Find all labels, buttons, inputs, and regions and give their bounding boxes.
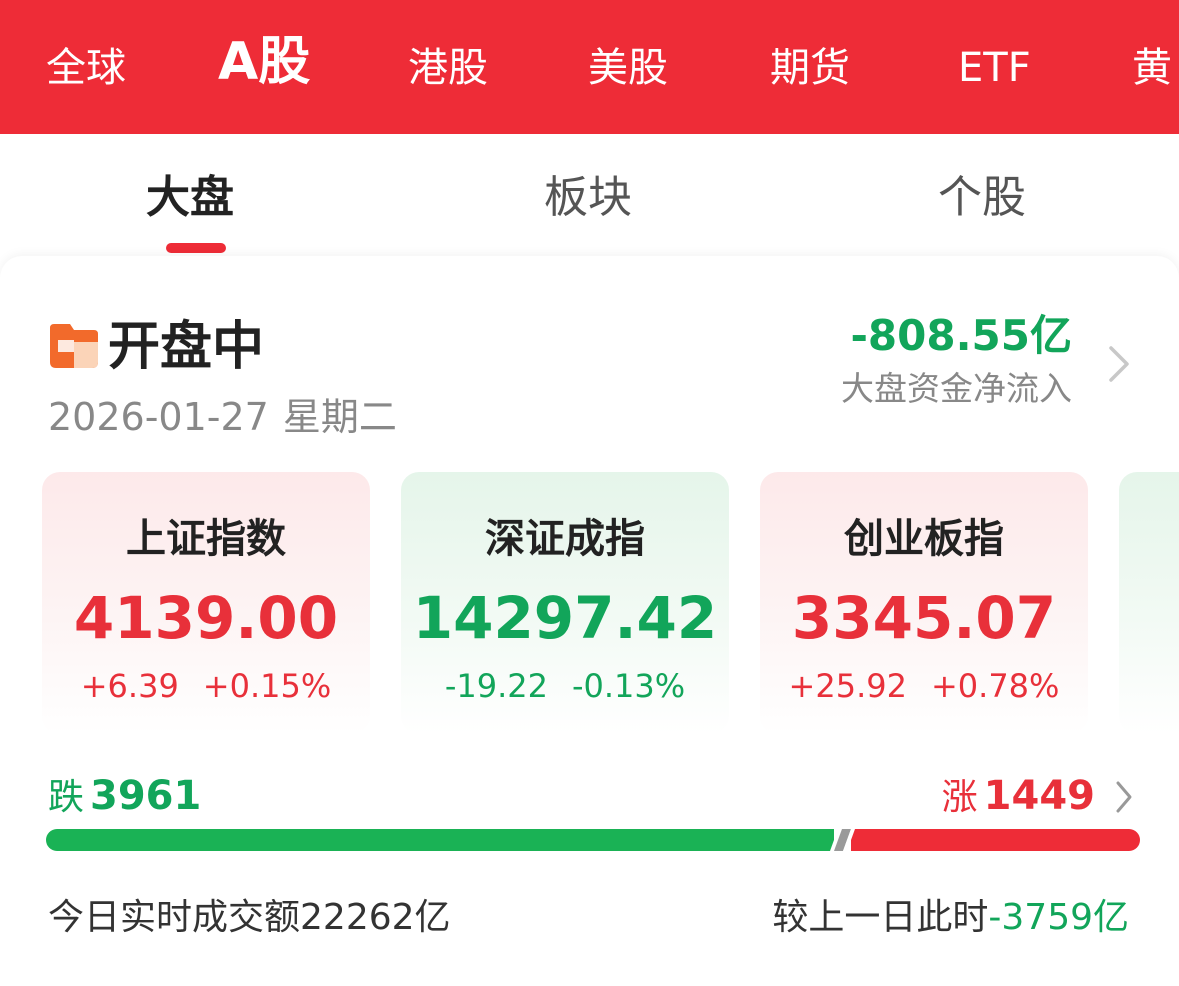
index-change: +6.39 +0.15% — [42, 664, 370, 708]
index-price: 3345.07 — [791, 584, 1057, 652]
net-inflow-value[interactable]: -808.55亿 — [850, 308, 1072, 364]
index-name: 深证成指 — [485, 516, 645, 562]
advancing-bar — [851, 829, 1140, 851]
turnover-summary: 今日实时成交额22262亿 — [48, 892, 451, 944]
market-open-icon — [50, 324, 98, 368]
index-price: 14297.42 — [412, 584, 718, 652]
index-price: 4139.00 — [73, 584, 339, 652]
index-card-partial[interactable] — [1119, 472, 1179, 734]
declining-bar — [46, 829, 834, 851]
index-change: -19.22 -0.13% — [401, 664, 729, 708]
turnover-label: 今日实时成交额 — [48, 897, 301, 938]
index-card-chinext[interactable]: 创业板指 3345.07 +25.92 +0.78% — [760, 472, 1088, 734]
chevron-right-icon[interactable] — [1114, 780, 1134, 814]
tab-futures[interactable]: 期货 — [770, 40, 850, 96]
compare-value: -3759亿 — [988, 897, 1129, 938]
index-name: 上证指数 — [126, 516, 286, 562]
advance-decline-bar — [46, 829, 1140, 851]
index-card-shanghai[interactable]: 上证指数 4139.00 +6.39 +0.15% — [42, 472, 370, 734]
index-change-percent: -0.13% — [571, 667, 686, 705]
compare-label: 较上一日此时 — [772, 897, 989, 938]
declining-value: 3961 — [90, 773, 202, 819]
market-tab-bar: 全球 A股 港股 美股 期货 ETF 黄 — [0, 0, 1179, 134]
index-change-points: -19.22 — [444, 667, 548, 705]
active-tab-indicator — [166, 243, 226, 253]
tab-etf[interactable]: ETF — [958, 40, 1031, 96]
index-change-points: +25.92 — [788, 667, 907, 705]
date-value: 2026-01-27 — [48, 395, 269, 439]
turnover-value: 22262亿 — [300, 897, 451, 938]
tab-global[interactable]: 全球 — [46, 40, 126, 96]
declining-label: 跌 — [48, 777, 85, 818]
advancing-value: 1449 — [983, 773, 1095, 819]
tab-sectors[interactable]: 板块 — [544, 168, 632, 228]
advancing-label: 涨 — [941, 777, 978, 818]
market-status-title: 开盘中 — [108, 317, 265, 377]
tab-market-overview[interactable]: 大盘 — [146, 168, 234, 228]
index-change-percent: +0.78% — [930, 667, 1060, 705]
tab-stocks[interactable]: 个股 — [938, 168, 1026, 228]
tab-hk-stocks[interactable]: 港股 — [408, 40, 488, 96]
net-inflow-label[interactable]: 大盘资金净流入 — [841, 366, 1072, 412]
chevron-right-icon[interactable] — [1106, 344, 1132, 384]
tab-a-shares[interactable]: A股 — [218, 30, 310, 94]
index-change-percent: +0.15% — [202, 667, 332, 705]
turnover-comparison: 较上一日此时-3759亿 — [772, 892, 1129, 944]
index-card-shenzhen[interactable]: 深证成指 14297.42 -19.22 -0.13% — [401, 472, 729, 734]
declining-count: 跌 3961 — [48, 770, 201, 824]
index-change-points: +6.39 — [80, 667, 179, 705]
market-date: 2026-01-27 星期二 — [48, 392, 397, 442]
index-name: 创业板指 — [844, 516, 1004, 562]
index-change: +25.92 +0.78% — [760, 664, 1088, 708]
tab-gold[interactable]: 黄 — [1132, 40, 1172, 96]
weekday-value: 星期二 — [282, 395, 397, 439]
tab-us-stocks[interactable]: 美股 — [588, 40, 668, 96]
advancing-count[interactable]: 涨 1449 — [942, 770, 1095, 824]
